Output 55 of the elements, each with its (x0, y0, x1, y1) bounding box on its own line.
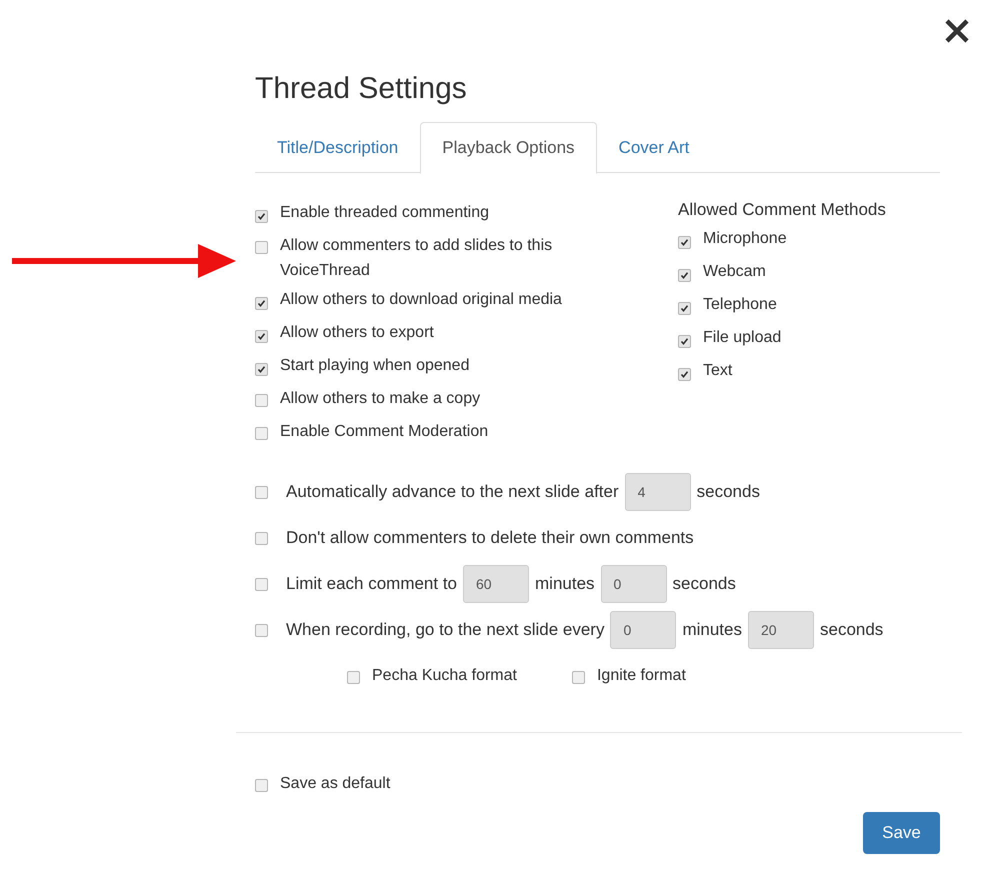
option-label: Microphone (703, 229, 787, 249)
checkbox[interactable] (572, 671, 585, 684)
checkbox[interactable] (255, 486, 268, 498)
checkbox[interactable] (255, 427, 268, 440)
checkbox[interactable] (678, 269, 691, 282)
checkbox[interactable] (255, 210, 268, 223)
save-button[interactable]: Save (863, 812, 940, 854)
option-label: Enable Comment Moderation (280, 422, 488, 442)
dialog-title: Thread Settings (255, 71, 468, 107)
checkbox[interactable] (678, 368, 691, 381)
checkbox[interactable] (255, 363, 268, 376)
option-label: Allow others to download original media (280, 290, 562, 310)
option-label: seconds (820, 619, 884, 642)
option-label: Limit each comment to (286, 573, 458, 596)
checkbox[interactable] (678, 302, 691, 315)
checkbox[interactable] (678, 335, 691, 348)
option-label: Allow others to make a copy (280, 389, 480, 409)
checkbox[interactable] (255, 394, 268, 407)
tab[interactable]: Cover Art (596, 122, 712, 174)
option-label: Webcam (703, 262, 766, 282)
checkbox[interactable] (255, 532, 268, 544)
option-label: seconds (672, 573, 736, 596)
tab[interactable]: Playback Options (420, 122, 597, 174)
number-field[interactable]: 0 (600, 565, 667, 603)
option-label: Allow commenters to add slides to this VoiceThread (280, 236, 554, 281)
option-label: seconds (696, 481, 760, 504)
checkbox[interactable] (678, 236, 691, 249)
option-label: Don't allow commenters to delete their own comments (286, 527, 694, 550)
checkbox[interactable] (255, 330, 268, 343)
checkbox[interactable] (255, 297, 268, 310)
option-label: minutes (682, 619, 742, 642)
checkbox[interactable] (255, 241, 268, 254)
option-label: Telephone (703, 295, 777, 315)
close-icon (944, 18, 970, 44)
option-label: minutes (535, 573, 595, 596)
option-label: Text (703, 361, 732, 381)
option-label: Ignite format (596, 666, 686, 686)
option-label: Automatically advance to the next slide after (286, 481, 619, 504)
option-label: When recording, go to the next slide every (286, 619, 604, 642)
checkbox[interactable] (347, 671, 360, 684)
option-label: Pecha Kucha format (372, 666, 517, 686)
checkbox[interactable] (255, 624, 268, 636)
option-label: Enable threaded commenting (280, 203, 490, 223)
option-label: Allow others to export (280, 323, 434, 343)
section-heading: Allowed Comment Methods (678, 199, 886, 221)
number-field[interactable]: 60 (463, 565, 530, 603)
number-field[interactable]: 0 (610, 611, 676, 649)
checkbox[interactable] (255, 779, 268, 792)
option-label: Save as default (280, 774, 390, 794)
tab[interactable]: Title/Description (255, 122, 420, 174)
option-label: File upload (703, 328, 782, 348)
option-label: Start playing when opened (280, 356, 470, 376)
number-field[interactable]: 20 (748, 611, 814, 649)
checkbox[interactable] (255, 578, 268, 590)
number-field[interactable]: 4 (624, 473, 691, 511)
